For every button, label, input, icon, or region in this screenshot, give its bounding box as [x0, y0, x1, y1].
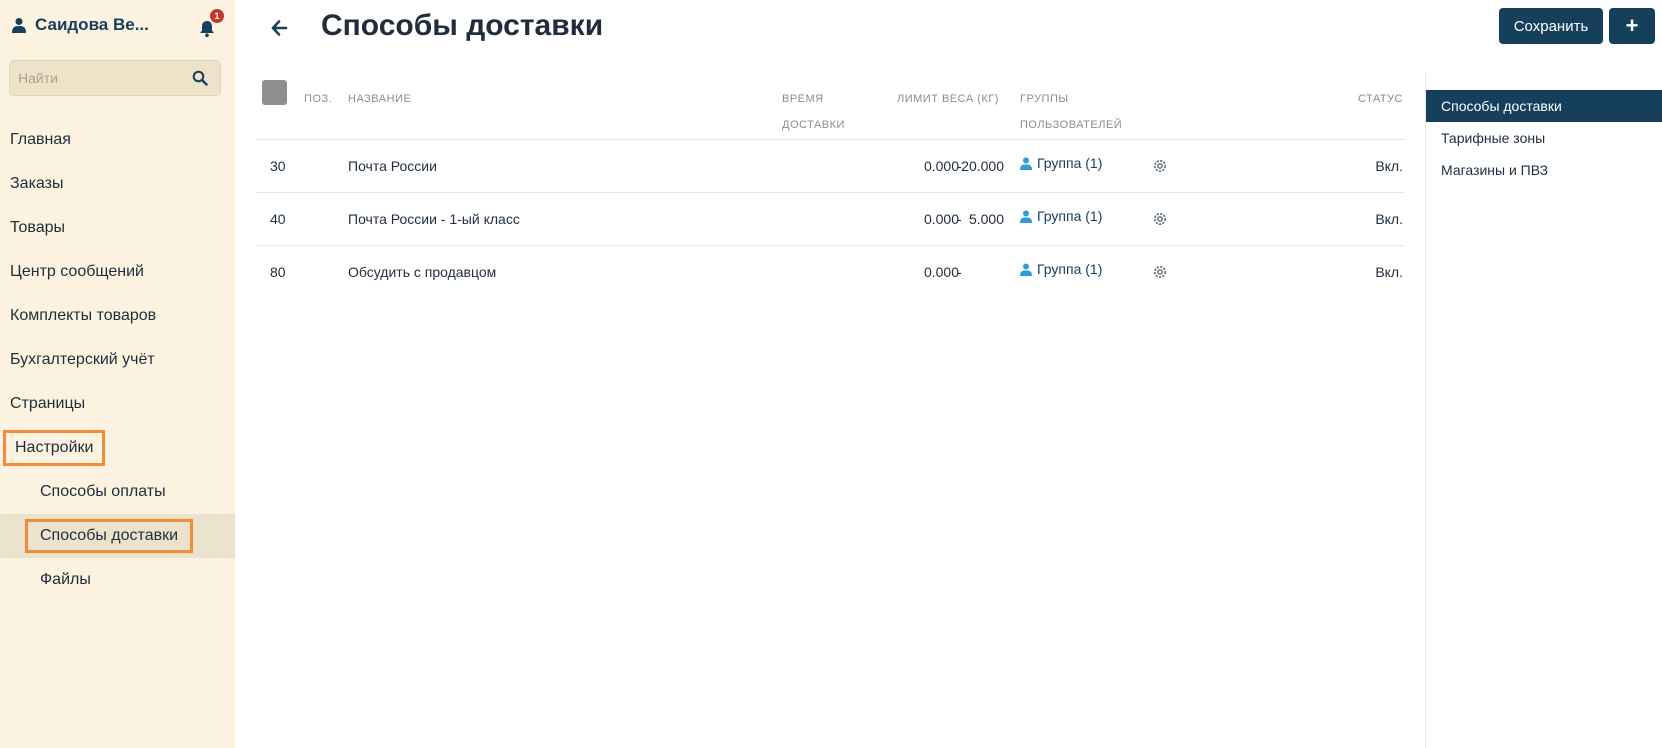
save-button[interactable]: Сохранить — [1499, 8, 1603, 44]
column-header-name[interactable]: Название — [348, 86, 411, 112]
nav-item-pages[interactable]: Страницы — [0, 382, 235, 426]
right-panel-item-tariff-zones[interactable]: Тарифные зоны — [1426, 122, 1662, 154]
search-icon[interactable] — [192, 70, 208, 86]
table-header: Поз. Название Время доставки Лимит веса … — [256, 74, 1405, 140]
row-status[interactable]: Вкл. — [1353, 246, 1403, 299]
column-header-user-groups-line2: пользователей — [1020, 119, 1123, 131]
nav-subitem-label: Файлы — [40, 571, 91, 588]
main-nav: Главная Заказы Товары Центр сообщений Ко… — [0, 118, 235, 602]
column-header-weight-limit: Лимит веса (кг) — [897, 93, 999, 105]
row-position: 80 — [270, 264, 286, 280]
table-row[interactable]: 80 Обсудить с продавцом 0.000 - Группа (… — [256, 246, 1405, 299]
nav-subitem-label: Способы оплаты — [40, 483, 166, 500]
row-status[interactable]: Вкл. — [1353, 140, 1403, 193]
column-header-user-groups-line1: Группы — [1020, 93, 1069, 105]
user-group-label: Группа (1) — [1037, 208, 1103, 224]
nav-item-label: Настройки — [3, 430, 106, 466]
table-row[interactable]: 40 Почта России - 1-ый класс 0.000 - 5.0… — [256, 193, 1405, 246]
nav-item-label: Комплекты товаров — [10, 307, 157, 324]
column-header-delivery-time: Время доставки — [782, 86, 845, 138]
back-arrow-icon[interactable] — [270, 18, 290, 38]
nav-item-accounting[interactable]: Бухгалтерский учёт — [0, 338, 235, 382]
user-group-label: Группа (1) — [1037, 155, 1103, 171]
notification-badge: 1 — [210, 9, 224, 23]
column-header-user-groups: Группы пользователей — [1020, 86, 1122, 138]
column-header-delivery-time-line1: Время — [782, 93, 824, 105]
right-panel-item-stores-pickup[interactable]: Магазины и ПВЗ — [1426, 154, 1662, 186]
nav-subitem-payment-methods[interactable]: Способы оплаты — [0, 470, 235, 514]
sidebar: Саидова Ве... 1 Главная Заказы Товары Це… — [0, 0, 235, 748]
row-name[interactable]: Почта России - 1-ый класс — [348, 193, 520, 246]
row-weight-max: 20.000 — [961, 158, 1004, 174]
nav-item-label: Страницы — [10, 395, 86, 412]
user-menu[interactable]: Саидова Ве... 1 — [12, 9, 224, 40]
shipping-methods-table: Поз. Название Время доставки Лимит веса … — [256, 74, 1405, 299]
table-row[interactable]: 30 Почта России 0.000 - 20.000 Группа (1… — [256, 140, 1405, 193]
column-header-delivery-time-line2: доставки — [782, 119, 845, 131]
nav-item-settings[interactable]: Настройки — [0, 426, 235, 470]
page-title: Способы доставки — [321, 9, 604, 42]
notifications-button[interactable]: 1 — [198, 9, 224, 38]
gear-icon[interactable] — [1152, 264, 1168, 280]
row-weight-min: 0.000 — [923, 264, 959, 280]
row-name[interactable]: Почта России — [348, 140, 437, 193]
nav-item-label: Товары — [10, 219, 66, 236]
row-position: 30 — [270, 158, 286, 174]
nav-item-home[interactable]: Главная — [0, 118, 235, 162]
row-user-group[interactable]: Группа (1) — [1020, 261, 1102, 277]
column-header-position[interactable]: Поз. — [304, 86, 332, 112]
row-user-group[interactable]: Группа (1) — [1020, 155, 1102, 171]
user-group-icon — [1020, 263, 1032, 276]
search-box — [9, 60, 221, 96]
row-name[interactable]: Обсудить с продавцом — [348, 246, 496, 299]
row-weight-max: 5.000 — [968, 211, 1004, 227]
nav-subitem-files[interactable]: Файлы — [0, 558, 235, 602]
user-group-label: Группа (1) — [1037, 261, 1103, 277]
nav-subitem-label: Способы доставки — [25, 519, 194, 553]
nav-subitem-shipping-methods[interactable]: Способы доставки — [0, 514, 235, 558]
gear-icon[interactable] — [1152, 211, 1168, 227]
nav-item-label: Бухгалтерский учёт — [10, 351, 155, 368]
user-group-icon — [1020, 210, 1032, 223]
nav-item-label: Центр сообщений — [10, 263, 144, 280]
user-icon — [12, 18, 26, 33]
nav-item-products[interactable]: Товары — [0, 206, 235, 250]
search-input[interactable] — [10, 61, 180, 95]
column-header-status: Статус — [1357, 93, 1403, 105]
add-button[interactable]: + — [1609, 8, 1655, 44]
nav-item-label: Главная — [10, 131, 71, 148]
user-group-icon — [1020, 157, 1032, 170]
row-position: 40 — [270, 211, 286, 227]
gear-icon[interactable] — [1152, 158, 1168, 174]
right-panel-item-shipping-methods[interactable]: Способы доставки — [1426, 90, 1662, 122]
nav-item-orders[interactable]: Заказы — [0, 162, 235, 206]
nav-item-product-bundles[interactable]: Комплекты товаров — [0, 294, 235, 338]
plus-icon: + — [1625, 13, 1639, 38]
row-status[interactable]: Вкл. — [1353, 193, 1403, 246]
user-name: Саидова Ве... — [35, 15, 149, 34]
select-all-checkbox[interactable] — [262, 80, 287, 105]
right-panel: Способы доставки Тарифные зоны Магазины … — [1425, 72, 1662, 748]
weight-range-separator: - — [957, 264, 962, 280]
nav-item-message-center[interactable]: Центр сообщений — [0, 250, 235, 294]
nav-item-label: Заказы — [10, 175, 64, 192]
bell-icon — [200, 21, 214, 37]
row-user-group[interactable]: Группа (1) — [1020, 208, 1102, 224]
